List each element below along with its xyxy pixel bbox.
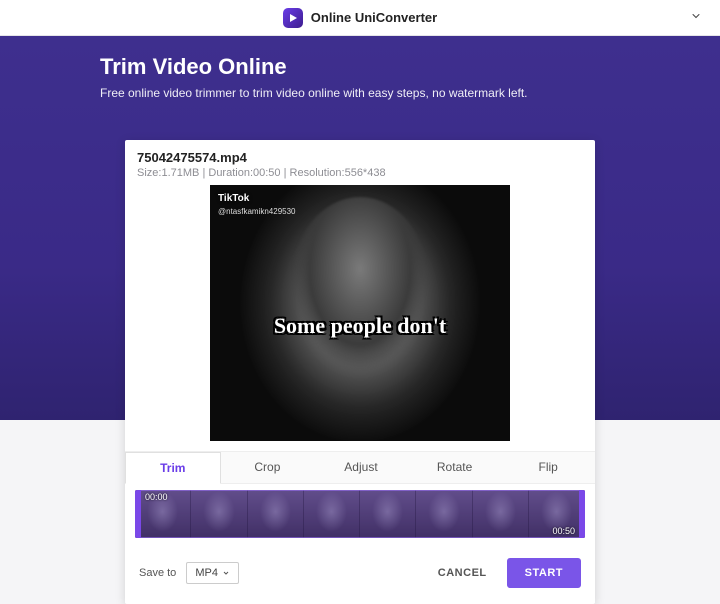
format-value: MP4	[195, 567, 218, 579]
video-preview-area: TikTok @ntasfkamikn429530 Some people do…	[125, 185, 595, 451]
trim-timeline[interactable]: 00:00 00:50	[135, 490, 585, 538]
video-preview[interactable]: TikTok @ntasfkamikn429530 Some people do…	[210, 185, 510, 441]
file-meta-duration-label: Duration:	[208, 167, 253, 179]
trim-handle-end[interactable]	[579, 490, 585, 538]
format-select[interactable]: MP4	[186, 562, 239, 584]
file-meta-resolution-label: Resolution:	[290, 167, 345, 179]
timeline-container: 00:00 00:50	[125, 484, 595, 542]
tab-flip[interactable]: Flip	[501, 452, 595, 483]
tab-rotate[interactable]: Rotate	[408, 452, 502, 483]
trim-handle-start[interactable]	[135, 490, 141, 538]
trim-selection[interactable]	[135, 490, 585, 538]
trim-start-time: 00:00	[145, 492, 168, 502]
file-header: 75042475574.mp4 Size:1.71MB | Duration:0…	[125, 140, 595, 185]
brand-name: Online UniConverter	[311, 10, 437, 25]
watermark-user: @ntasfkamikn429530	[218, 207, 296, 216]
page-subtitle: Free online video trimmer to trim video …	[100, 86, 640, 100]
caret-down-icon	[222, 569, 230, 577]
top-bar: Online UniConverter	[0, 0, 720, 36]
video-content-placeholder	[290, 197, 430, 377]
chevron-down-icon[interactable]	[690, 10, 702, 25]
file-duration: 00:50	[253, 167, 281, 179]
tool-tabs: Trim Crop Adjust Rotate Flip	[125, 451, 595, 484]
file-resolution: 556*438	[345, 167, 386, 179]
file-name: 75042475574.mp4	[137, 150, 583, 165]
save-to-label: Save to	[139, 567, 176, 579]
tab-adjust[interactable]: Adjust	[314, 452, 408, 483]
file-meta-size-label: Size:	[137, 167, 161, 179]
file-meta: Size:1.71MB | Duration:00:50 | Resolutio…	[137, 167, 583, 179]
watermark-badge: TikTok	[218, 193, 249, 204]
brand[interactable]: Online UniConverter	[283, 8, 437, 28]
tab-crop[interactable]: Crop	[221, 452, 315, 483]
trim-end-time: 00:50	[552, 526, 575, 536]
cancel-button[interactable]: CANCEL	[428, 559, 497, 587]
tab-trim[interactable]: Trim	[125, 452, 221, 484]
video-caption: Some people don't	[210, 313, 510, 339]
file-size: 1.71MB	[161, 167, 199, 179]
brand-logo-icon	[283, 8, 303, 28]
editor-card: 75042475574.mp4 Size:1.71MB | Duration:0…	[125, 140, 595, 604]
start-button[interactable]: START	[507, 558, 581, 588]
page-title: Trim Video Online	[100, 54, 640, 80]
editor-footer: Save to MP4 CANCEL START	[125, 542, 595, 604]
